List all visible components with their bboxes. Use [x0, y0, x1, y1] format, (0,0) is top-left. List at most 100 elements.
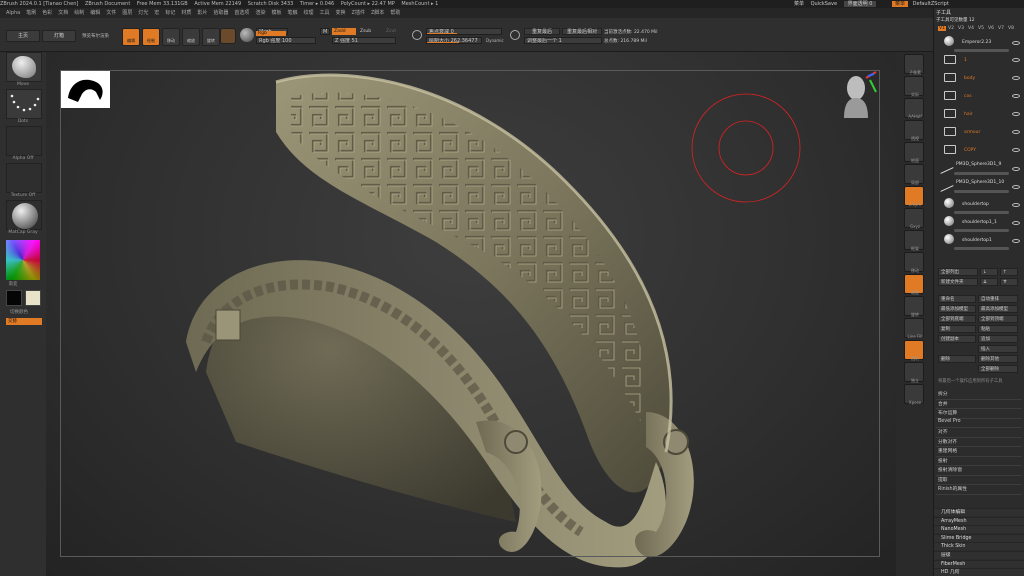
move-down-button[interactable]: ↓ [980, 268, 998, 276]
transparency-slider[interactable]: 界面透明 0 [843, 1, 877, 7]
menu-item[interactable]: Z脚本 [371, 8, 384, 18]
subtool-action-button[interactable]: 自动重排 [978, 295, 1018, 303]
menu-item[interactable]: 绘制 [74, 8, 84, 18]
subtool-row[interactable]: body [934, 70, 1024, 88]
subtool-submenu[interactable]: FiberMesh [934, 559, 1024, 568]
subtool-row[interactable]: 1 [934, 52, 1024, 70]
menu-item[interactable]: 帮助 [390, 8, 400, 18]
eye-icon[interactable] [1012, 185, 1020, 189]
rgb-toggle[interactable]: Rgb [256, 31, 286, 36]
menu-item[interactable]: 模板 [271, 8, 281, 18]
menu-item[interactable]: 灯光 [138, 8, 148, 18]
subtool-menu-item[interactable]: 投射清除窗 [938, 466, 962, 473]
subtool-action-button[interactable]: 粘贴 [978, 325, 1018, 333]
repeat-last-relative-button[interactable]: 重复最后相对 [562, 28, 602, 35]
subtool-action-button[interactable]: 复制 [938, 325, 976, 333]
subtool-menu-item[interactable]: 合并 [938, 400, 948, 407]
menu-item[interactable]: Z插件 [352, 8, 365, 18]
edit-button[interactable]: 编辑 [122, 28, 140, 46]
subtool-action-button[interactable]: 全部删除 [978, 365, 1018, 373]
subtool-toggle-bar[interactable] [954, 190, 1009, 193]
rotate-button[interactable]: 旋转 [202, 28, 220, 46]
menu-item[interactable]: 笔触 [287, 8, 297, 18]
menu-item[interactable]: 编辑 [90, 8, 100, 18]
subtool-submenu[interactable]: Thick Skin [934, 542, 1024, 551]
menu-item[interactable]: 变换 [336, 8, 346, 18]
subtool-action-button[interactable]: 删除其他 [978, 355, 1018, 363]
subtool-menu-item[interactable]: 布尔运算 [938, 409, 957, 416]
zsub-toggle[interactable]: Zsub [360, 28, 371, 35]
subtool-action-button[interactable]: 追加 [978, 335, 1018, 343]
eye-icon[interactable] [1012, 221, 1020, 225]
subtool-row[interactable]: PM3D_Sphere3D1_9 [934, 160, 1024, 178]
menu-item[interactable]: 工具 [320, 8, 330, 18]
material-thumbnail[interactable] [6, 200, 42, 230]
menu-item[interactable]: 色彩 [42, 8, 52, 18]
menu-item[interactable]: 笔刷 [26, 8, 36, 18]
eye-icon[interactable] [1012, 239, 1020, 243]
subtool-menu-item[interactable]: 投射 [938, 457, 948, 464]
subtool-row[interactable]: hair [934, 106, 1024, 124]
main-color-swatch[interactable] [6, 290, 22, 306]
subtool-submenu[interactable]: Slime Bridge [934, 533, 1024, 542]
subtool-menu-item[interactable]: 对齐 [938, 428, 948, 435]
visibility-tab[interactable]: V7 [998, 26, 1004, 31]
subtool-action-button[interactable]: 创建副本 [938, 335, 976, 343]
list-all-button[interactable]: 全部列出 [938, 268, 978, 276]
lightbox-button[interactable]: 灯箱 [42, 30, 76, 42]
subtool-action-button[interactable]: 最高添加模型 [978, 305, 1018, 313]
subtool-toggle-bar[interactable] [954, 172, 1009, 175]
subtool-menu-item[interactable]: Rinish的属性 [938, 485, 967, 492]
subtool-menu-item[interactable]: 分散对齐 [938, 438, 957, 445]
switch-color-label[interactable]: 切换颜色 [0, 309, 42, 315]
subtool-row[interactable]: COPY [934, 142, 1024, 160]
eye-icon[interactable] [1012, 148, 1020, 152]
visibility-tab[interactable]: V4 [968, 26, 974, 31]
texture-thumbnail[interactable] [6, 163, 42, 193]
eye-icon[interactable] [1012, 94, 1020, 98]
subtool-row[interactable]: PM3D_Sphere3D1_10 [934, 178, 1024, 196]
subtool-submenu[interactable]: 几何体编辑 [934, 508, 1024, 516]
subtool-action-button[interactable]: 重命名 [938, 295, 976, 303]
stroke-thumbnail[interactable] [6, 89, 42, 119]
menu-item[interactable]: 首选项 [234, 8, 249, 18]
visibility-tab[interactable]: V3 [958, 26, 964, 31]
alternate-button[interactable]: 交替 [6, 318, 42, 325]
dynamic-toggle[interactable]: Dynamic [486, 38, 504, 43]
move-top-button[interactable]: ⇈ [1000, 278, 1018, 286]
eye-icon[interactable] [1012, 41, 1020, 45]
menu-item[interactable]: 标记 [165, 8, 175, 18]
menu-item[interactable]: 渲染 [255, 8, 265, 18]
subtool-row[interactable]: shouldertop [934, 196, 1024, 214]
brush-thumbnail[interactable] [6, 52, 42, 82]
alpha-thumbnail[interactable] [6, 126, 42, 156]
menu-chip[interactable]: 菜单 [892, 1, 909, 7]
focal-shift-slider[interactable]: 焦点衰减 0 [426, 28, 502, 35]
m-toggle[interactable]: M [320, 28, 330, 35]
subtool-menu-item[interactable]: Bevel Pro [938, 419, 961, 424]
subtool-menu-item[interactable]: 拆分 [938, 390, 948, 397]
menu-item[interactable]: 图层 [122, 8, 132, 18]
zadd-toggle[interactable]: Zadd [332, 28, 356, 35]
eye-icon[interactable] [1012, 203, 1020, 207]
subtool-menu-item[interactable]: 提取 [938, 476, 948, 483]
menu-item[interactable]: 宏 [154, 8, 159, 18]
subtool-row[interactable]: cos [934, 88, 1024, 106]
subtool-submenu[interactable]: 层级 [934, 551, 1024, 559]
spotlight-icon[interactable] [240, 28, 254, 42]
secondary-color-swatch[interactable] [25, 290, 41, 306]
menus-toggle[interactable]: 菜单 [794, 1, 804, 7]
eye-icon[interactable] [1012, 112, 1020, 116]
eye-icon[interactable] [1012, 58, 1020, 62]
subtool-row[interactable]: Emperor2.23 [934, 34, 1024, 52]
z-intensity-slider[interactable]: Z 强度 51 [332, 37, 396, 44]
script-name[interactable]: DefaultZScript [913, 1, 949, 7]
move-up-button[interactable]: ↑ [1000, 268, 1018, 276]
subtool-submenu[interactable]: NanoMesh [934, 525, 1024, 534]
material-sphere-icon[interactable] [220, 28, 236, 44]
menu-item[interactable]: Alpha [6, 8, 20, 18]
visibility-tab[interactable]: V5 [978, 26, 984, 31]
repeat-last-button[interactable]: 重复最后 [524, 28, 560, 35]
adjust-last-slider[interactable]: 调整最后一个 1 [524, 37, 602, 44]
menu-item[interactable]: 文件 [106, 8, 116, 18]
